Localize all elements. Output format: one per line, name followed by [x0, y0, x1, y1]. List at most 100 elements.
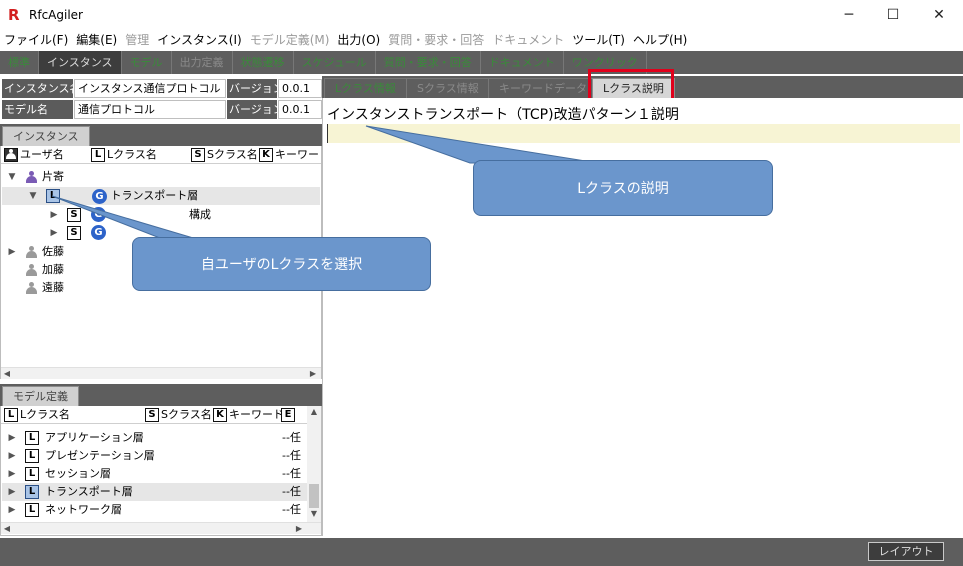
- expand-arrow-icon[interactable]: ▶: [7, 429, 17, 447]
- l-badge-icon: L: [25, 467, 39, 481]
- g-circle-icon: G: [92, 188, 107, 204]
- col-sclass-label: Sクラス名: [207, 148, 258, 161]
- col-lclass[interactable]: L Lクラス名: [91, 147, 157, 163]
- menu-help[interactable]: ヘルプ(H): [629, 30, 691, 51]
- scroll-right-icon[interactable]: ▶: [293, 523, 305, 535]
- model-list-item[interactable]: ▶ L ネットワーク層 --任: [1, 501, 307, 519]
- tab-instance[interactable]: インスタンス: [39, 51, 122, 74]
- menu-model-definition[interactable]: モデル定義(M): [246, 30, 334, 51]
- model-panel-tab[interactable]: モデル定義: [2, 386, 79, 406]
- l-badge-icon: L: [91, 148, 105, 162]
- tab-model[interactable]: モデル: [122, 51, 172, 74]
- tree-user-row[interactable]: ▼ 片寄: [1, 168, 321, 186]
- lclass-value: --任: [282, 449, 301, 462]
- model-list-item[interactable]: ▶ L アプリケーション層 --任: [1, 429, 307, 447]
- tab-schedule[interactable]: スケジュール: [294, 51, 376, 74]
- tree-sclass-row[interactable]: ▶ S G 構成: [1, 206, 321, 224]
- menu-output[interactable]: 出力(O): [333, 30, 384, 51]
- user-icon: [25, 246, 38, 258]
- col-lclass[interactable]: L Lクラス名: [4, 407, 70, 423]
- model-column-header: L Lクラス名 S Sクラス名 K キーワード E: [1, 406, 307, 424]
- tree-lclass-row[interactable]: ▼ L G トランスポート層: [2, 187, 320, 205]
- scroll-left-icon[interactable]: ◀: [1, 523, 13, 535]
- scroll-thumb[interactable]: [309, 484, 319, 508]
- tab-standard[interactable]: 標準: [0, 51, 39, 74]
- menu-document[interactable]: ドキュメント: [488, 30, 568, 51]
- menu-edit[interactable]: 編集(E): [72, 30, 121, 51]
- tab-output-definition[interactable]: 出力定義: [172, 51, 233, 74]
- close-button[interactable]: ✕: [916, 0, 962, 30]
- l-badge-icon: L: [25, 485, 39, 499]
- lclass-value: --任: [282, 485, 301, 498]
- model-name-field[interactable]: 通信プロトコル: [74, 100, 226, 119]
- s-badge-icon: S: [67, 226, 81, 240]
- model-list-item[interactable]: ▶ L セッション層 --任: [1, 465, 307, 483]
- instance-horizontal-scrollbar[interactable]: ◀ ▶: [1, 367, 321, 379]
- title-bar: R RfcAgiler ─ ☐ ✕: [0, 0, 963, 30]
- minimize-button[interactable]: ─: [826, 0, 872, 30]
- window-title: RfcAgiler: [29, 8, 83, 22]
- instance-panel-tab[interactable]: インスタンス: [2, 126, 90, 146]
- user-name: 佐藤: [42, 245, 64, 258]
- expand-arrow-icon[interactable]: ▶: [49, 224, 59, 242]
- col-keyword[interactable]: Kキーワード: [213, 407, 284, 423]
- expand-arrow-icon[interactable]: ▶: [7, 243, 17, 261]
- description-title: インスタンストランスポート（TCP)改造パターン１説明: [327, 107, 679, 123]
- tab-sclass-info[interactable]: Sクラス情報: [406, 78, 490, 98]
- col-keyword[interactable]: Kキーワード: [259, 147, 321, 163]
- model-version-label: バージョン: [227, 100, 277, 119]
- lclass-value: --任: [282, 431, 301, 444]
- instance-version-label: バージョン: [227, 79, 277, 98]
- model-list-item[interactable]: ▶ L プレゼンテーション層 --任: [1, 447, 307, 465]
- instance-version-field[interactable]: 0.0.1: [278, 79, 322, 98]
- scroll-left-icon[interactable]: ◀: [1, 368, 13, 380]
- col-user[interactable]: ユーザ名: [4, 147, 64, 163]
- instance-info-row: インスタンス名 インスタンス通信プロトコル バージョン 0.0.1: [2, 79, 322, 98]
- instance-name-label: インスタンス名: [2, 79, 73, 98]
- expand-arrow-icon[interactable]: ▶: [7, 465, 17, 483]
- expand-arrow-icon[interactable]: ▶: [7, 483, 17, 501]
- model-info-row: モデル名 通信プロトコル バージョン 0.0.1: [2, 100, 322, 119]
- tab-keyword-data[interactable]: キーワードデータ: [488, 78, 598, 98]
- model-list-item-selected[interactable]: ▶ L トランスポート層 --任: [2, 483, 307, 501]
- menu-instance[interactable]: インスタンス(I): [153, 30, 245, 51]
- user-name: 片寄: [42, 170, 64, 183]
- model-vertical-scrollbar[interactable]: ▲ ▼: [307, 406, 321, 522]
- description-editor[interactable]: [327, 124, 960, 143]
- menu-file[interactable]: ファイル(F): [0, 30, 72, 51]
- col-keyword-label: キーワード: [229, 408, 284, 421]
- collapse-arrow-icon[interactable]: ▼: [7, 168, 17, 186]
- menu-manage[interactable]: 管理: [121, 30, 153, 51]
- layout-button[interactable]: レイアウト: [868, 542, 944, 561]
- model-horizontal-scrollbar[interactable]: ◀ ▶: [1, 522, 321, 534]
- expand-arrow-icon[interactable]: ▶: [7, 501, 17, 519]
- instance-name-field[interactable]: インスタンス通信プロトコル: [74, 79, 226, 98]
- lclass-name: アプリケーション層: [45, 431, 144, 444]
- user-column-icon: [4, 148, 18, 162]
- col-lclass-label: Lクラス名: [107, 148, 157, 161]
- scroll-up-icon[interactable]: ▲: [308, 406, 320, 418]
- menu-tools[interactable]: ツール(T): [568, 30, 629, 51]
- collapse-arrow-icon[interactable]: ▼: [28, 187, 38, 205]
- model-list-panel: L Lクラス名 S Sクラス名 K キーワード E ▲ ▼ ▶ L アプリケーション層…: [0, 406, 322, 536]
- expand-arrow-icon[interactable]: ▶: [7, 447, 17, 465]
- col-sclass[interactable]: S Sクラス名: [191, 147, 258, 163]
- scroll-down-icon[interactable]: ▼: [308, 508, 320, 520]
- tab-document[interactable]: ドキュメント: [481, 51, 564, 74]
- col-e[interactable]: E: [281, 407, 297, 423]
- expand-arrow-icon[interactable]: ▶: [49, 206, 59, 224]
- lclass-name: ネットワーク層: [45, 503, 122, 516]
- model-version-field[interactable]: 0.0.1: [278, 100, 322, 119]
- maximize-button[interactable]: ☐: [870, 0, 916, 30]
- model-panel-tabbar: モデル定義: [0, 384, 322, 406]
- menu-qa[interactable]: 質問・要求・回答: [384, 30, 488, 51]
- col-sclass[interactable]: S Sクラス名: [145, 407, 212, 423]
- tab-state-transition[interactable]: 状態遷移: [233, 51, 294, 74]
- tab-lclass-info[interactable]: Lクラス情報: [324, 78, 407, 98]
- scroll-right-icon[interactable]: ▶: [307, 368, 319, 380]
- model-name-label: モデル名: [2, 100, 73, 119]
- s-badge-icon: S: [191, 148, 205, 162]
- lclass-name: セッション層: [45, 467, 111, 480]
- col-sclass-label: Sクラス名: [161, 408, 212, 421]
- tab-qa[interactable]: 質問・要求・回答: [376, 51, 481, 74]
